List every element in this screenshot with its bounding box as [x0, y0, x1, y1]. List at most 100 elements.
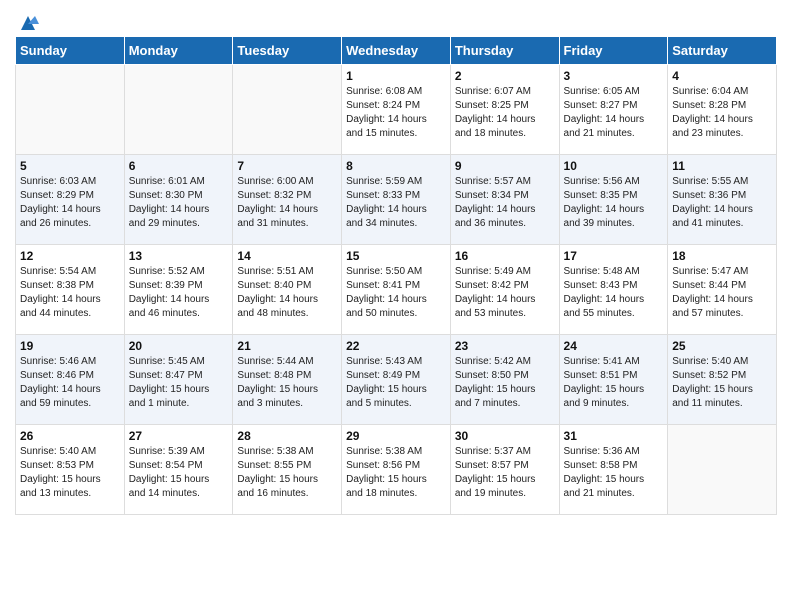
calendar-cell: 2 Sunrise: 6:07 AM Sunset: 8:25 PM Daylig…	[450, 65, 559, 155]
day-info: Sunrise: 6:08 AM Sunset: 8:24 PM Dayligh…	[346, 85, 446, 141]
calendar-cell: 16 Sunrise: 5:49 AM Sunset: 8:42 PM Dayli…	[450, 245, 559, 335]
weekday-header-wednesday: Wednesday	[342, 37, 451, 65]
day-number: 20	[129, 339, 229, 353]
calendar-cell: 11 Sunrise: 5:55 AM Sunset: 8:36 PM Dayli…	[668, 155, 777, 245]
calendar-cell: 20 Sunrise: 5:45 AM Sunset: 8:47 PM Dayli…	[124, 335, 233, 425]
day-number: 10	[564, 159, 664, 173]
day-info: Sunrise: 5:38 AM Sunset: 8:56 PM Dayligh…	[346, 445, 446, 501]
calendar-cell: 10Sunrise: 5:56 AM Sunset: 8:35 PM Dayli…	[559, 155, 668, 245]
day-number: 24	[564, 339, 664, 353]
weekday-header-row: SundayMondayTuesdayWednesdayThursdayFrid…	[16, 37, 777, 65]
day-info: Sunrise: 5:54 AM Sunset: 8:38 PM Dayligh…	[20, 265, 120, 321]
day-info: Sunrise: 5:40 AM Sunset: 8:53 PM Dayligh…	[20, 445, 120, 501]
calendar-cell: 27 Sunrise: 5:39 AM Sunset: 8:54 PM Dayli…	[124, 425, 233, 515]
calendar-week-row: 5 Sunrise: 6:03 AM Sunset: 8:29 PM Daylig…	[16, 155, 777, 245]
day-number: 29	[346, 429, 446, 443]
weekday-header-sunday: Sunday	[16, 37, 125, 65]
day-info: Sunrise: 5:50 AM Sunset: 8:41 PM Dayligh…	[346, 265, 446, 321]
calendar-cell: 13Sunrise: 5:52 AM Sunset: 8:39 PM Dayli…	[124, 245, 233, 335]
day-number: 1	[346, 69, 446, 83]
calendar-cell	[16, 65, 125, 155]
day-info: Sunrise: 5:41 AM Sunset: 8:51 PM Dayligh…	[564, 355, 664, 411]
day-info: Sunrise: 6:05 AM Sunset: 8:27 PM Dayligh…	[564, 85, 664, 141]
calendar-cell: 26 Sunrise: 5:40 AM Sunset: 8:53 PM Dayli…	[16, 425, 125, 515]
calendar-cell: 14 Sunrise: 5:51 AM Sunset: 8:40 PM Dayli…	[233, 245, 342, 335]
day-info: Sunrise: 6:01 AM Sunset: 8:30 PM Dayligh…	[129, 175, 229, 231]
calendar-cell: 29 Sunrise: 5:38 AM Sunset: 8:56 PM Dayli…	[342, 425, 451, 515]
day-info: Sunrise: 5:51 AM Sunset: 8:40 PM Dayligh…	[237, 265, 337, 321]
weekday-header-thursday: Thursday	[450, 37, 559, 65]
calendar-cell: 8 Sunrise: 5:59 AM Sunset: 8:33 PM Daylig…	[342, 155, 451, 245]
calendar-cell	[124, 65, 233, 155]
calendar-cell: 7 Sunrise: 6:00 AM Sunset: 8:32 PM Daylig…	[233, 155, 342, 245]
calendar-cell: 24 Sunrise: 5:41 AM Sunset: 8:51 PM Dayli…	[559, 335, 668, 425]
calendar-cell: 31Sunrise: 5:36 AM Sunset: 8:58 PM Dayli…	[559, 425, 668, 515]
day-number: 11	[672, 159, 772, 173]
logo-icon	[17, 12, 39, 34]
day-number: 9	[455, 159, 555, 173]
calendar-cell: 1 Sunrise: 6:08 AM Sunset: 8:24 PM Daylig…	[342, 65, 451, 155]
calendar-cell	[233, 65, 342, 155]
weekday-header-saturday: Saturday	[668, 37, 777, 65]
day-info: Sunrise: 5:38 AM Sunset: 8:55 PM Dayligh…	[237, 445, 337, 501]
day-number: 30	[455, 429, 555, 443]
calendar-cell: 18Sunrise: 5:47 AM Sunset: 8:44 PM Dayli…	[668, 245, 777, 335]
day-number: 31	[564, 429, 664, 443]
day-info: Sunrise: 5:44 AM Sunset: 8:48 PM Dayligh…	[237, 355, 337, 411]
calendar-cell: 28 Sunrise: 5:38 AM Sunset: 8:55 PM Dayli…	[233, 425, 342, 515]
day-number: 19	[20, 339, 120, 353]
day-info: Sunrise: 5:39 AM Sunset: 8:54 PM Dayligh…	[129, 445, 229, 501]
calendar-cell: 12Sunrise: 5:54 AM Sunset: 8:38 PM Dayli…	[16, 245, 125, 335]
day-info: Sunrise: 5:42 AM Sunset: 8:50 PM Dayligh…	[455, 355, 555, 411]
calendar-cell: 23Sunrise: 5:42 AM Sunset: 8:50 PM Dayli…	[450, 335, 559, 425]
day-info: Sunrise: 6:03 AM Sunset: 8:29 PM Dayligh…	[20, 175, 120, 231]
weekday-header-tuesday: Tuesday	[233, 37, 342, 65]
day-number: 28	[237, 429, 337, 443]
day-number: 16	[455, 249, 555, 263]
day-number: 17	[564, 249, 664, 263]
day-number: 8	[346, 159, 446, 173]
day-info: Sunrise: 5:40 AM Sunset: 8:52 PM Dayligh…	[672, 355, 772, 411]
day-number: 25	[672, 339, 772, 353]
day-info: Sunrise: 5:49 AM Sunset: 8:42 PM Dayligh…	[455, 265, 555, 321]
calendar-cell: 15 Sunrise: 5:50 AM Sunset: 8:41 PM Dayli…	[342, 245, 451, 335]
calendar-week-row: 19 Sunrise: 5:46 AM Sunset: 8:46 PM Dayli…	[16, 335, 777, 425]
day-info: Sunrise: 6:04 AM Sunset: 8:28 PM Dayligh…	[672, 85, 772, 141]
day-number: 7	[237, 159, 337, 173]
day-info: Sunrise: 5:45 AM Sunset: 8:47 PM Dayligh…	[129, 355, 229, 411]
calendar-table: SundayMondayTuesdayWednesdayThursdayFrid…	[15, 36, 777, 515]
day-info: Sunrise: 5:37 AM Sunset: 8:57 PM Dayligh…	[455, 445, 555, 501]
calendar-cell	[668, 425, 777, 515]
page-header	[15, 10, 777, 30]
day-number: 2	[455, 69, 555, 83]
day-info: Sunrise: 5:57 AM Sunset: 8:34 PM Dayligh…	[455, 175, 555, 231]
day-number: 21	[237, 339, 337, 353]
day-info: Sunrise: 6:00 AM Sunset: 8:32 PM Dayligh…	[237, 175, 337, 231]
day-info: Sunrise: 5:43 AM Sunset: 8:49 PM Dayligh…	[346, 355, 446, 411]
calendar-week-row: 1 Sunrise: 6:08 AM Sunset: 8:24 PM Daylig…	[16, 65, 777, 155]
day-info: Sunrise: 5:55 AM Sunset: 8:36 PM Dayligh…	[672, 175, 772, 231]
day-number: 14	[237, 249, 337, 263]
day-info: Sunrise: 5:47 AM Sunset: 8:44 PM Dayligh…	[672, 265, 772, 321]
day-number: 15	[346, 249, 446, 263]
day-number: 3	[564, 69, 664, 83]
day-info: Sunrise: 5:59 AM Sunset: 8:33 PM Dayligh…	[346, 175, 446, 231]
weekday-header-friday: Friday	[559, 37, 668, 65]
calendar-cell: 25 Sunrise: 5:40 AM Sunset: 8:52 PM Dayli…	[668, 335, 777, 425]
calendar-cell: 9 Sunrise: 5:57 AM Sunset: 8:34 PM Daylig…	[450, 155, 559, 245]
day-info: Sunrise: 5:46 AM Sunset: 8:46 PM Dayligh…	[20, 355, 120, 411]
calendar-cell: 4Sunrise: 6:04 AM Sunset: 8:28 PM Daylig…	[668, 65, 777, 155]
day-info: Sunrise: 5:48 AM Sunset: 8:43 PM Dayligh…	[564, 265, 664, 321]
day-number: 26	[20, 429, 120, 443]
calendar-cell: 5 Sunrise: 6:03 AM Sunset: 8:29 PM Daylig…	[16, 155, 125, 245]
day-info: Sunrise: 6:07 AM Sunset: 8:25 PM Dayligh…	[455, 85, 555, 141]
day-number: 5	[20, 159, 120, 173]
calendar-cell: 21 Sunrise: 5:44 AM Sunset: 8:48 PM Dayli…	[233, 335, 342, 425]
weekday-header-monday: Monday	[124, 37, 233, 65]
logo	[15, 14, 39, 30]
day-number: 22	[346, 339, 446, 353]
calendar-cell: 19 Sunrise: 5:46 AM Sunset: 8:46 PM Dayli…	[16, 335, 125, 425]
day-number: 27	[129, 429, 229, 443]
calendar-week-row: 26 Sunrise: 5:40 AM Sunset: 8:53 PM Dayli…	[16, 425, 777, 515]
calendar-cell: 22 Sunrise: 5:43 AM Sunset: 8:49 PM Dayli…	[342, 335, 451, 425]
